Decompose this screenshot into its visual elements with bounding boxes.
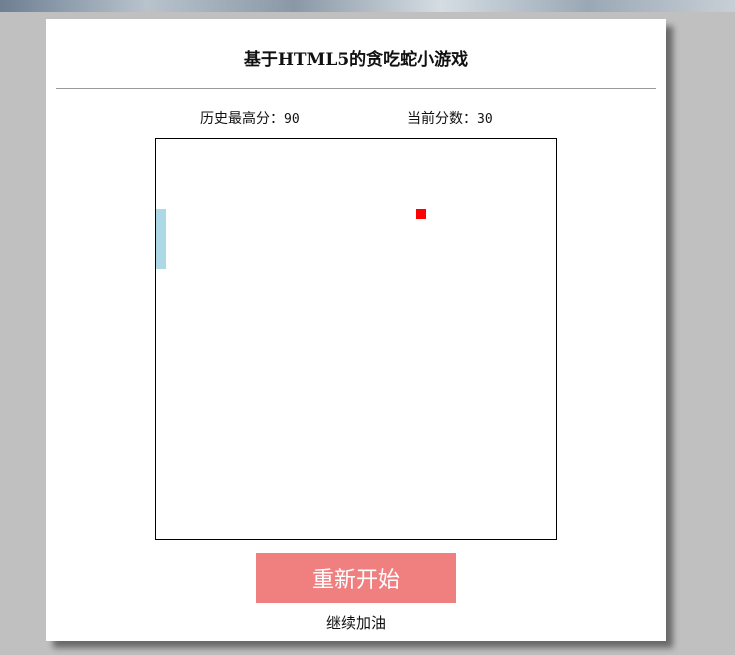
- snake-segment: [156, 249, 166, 259]
- best-score: 历史最高分：90: [200, 108, 300, 128]
- game-title: 基于HTML5的贪吃蛇小游戏: [243, 50, 469, 70]
- game-board[interactable]: [155, 138, 557, 540]
- snake-segment: [156, 259, 166, 269]
- snake-segment: [156, 239, 166, 249]
- snake-segment: [156, 219, 166, 229]
- current-score-value: 30: [477, 112, 493, 127]
- food: [416, 209, 426, 219]
- snake-segment: [156, 209, 166, 219]
- restart-button[interactable]: 重新开始: [256, 553, 456, 603]
- best-score-label: 历史最高分：: [200, 111, 284, 127]
- title-divider: [56, 88, 656, 89]
- status-message: 继续加油: [325, 614, 386, 632]
- background-strip: [0, 0, 735, 12]
- best-score-value: 90: [284, 112, 300, 127]
- game-container: 基于HTML5的贪吃蛇小游戏 历史最高分：90 当前分数：30 重新开始 继续加…: [46, 19, 666, 641]
- snake-segment: [156, 229, 166, 239]
- current-score-label: 当前分数：: [407, 111, 477, 127]
- current-score: 当前分数：30: [407, 108, 493, 128]
